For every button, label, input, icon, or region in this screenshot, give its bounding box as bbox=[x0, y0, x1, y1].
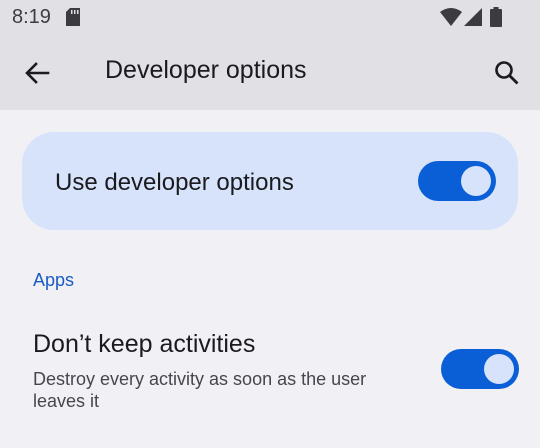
pref-summary: Destroy every activity as soon as the us… bbox=[33, 369, 367, 411]
arrow-back-icon bbox=[25, 62, 50, 84]
page-title: Developer options bbox=[105, 56, 307, 84]
pref-title: Don’t keep activities bbox=[33, 330, 256, 358]
cell-signal-icon bbox=[464, 8, 482, 31]
toggle-knob bbox=[461, 166, 491, 196]
wifi-icon bbox=[440, 8, 462, 31]
dont-keep-activities-row[interactable]: Don’t keep activities Destroy every acti… bbox=[0, 318, 540, 428]
app-bar: Developer options bbox=[0, 36, 540, 110]
search-icon bbox=[495, 61, 519, 85]
main-switch-card[interactable]: Use developer options bbox=[22, 132, 518, 230]
dont-keep-activities-toggle[interactable] bbox=[441, 349, 519, 389]
search-button[interactable] bbox=[484, 50, 530, 96]
sd-card-icon bbox=[66, 8, 80, 31]
back-button[interactable] bbox=[14, 50, 60, 96]
section-header-apps: Apps bbox=[33, 270, 75, 290]
status-time: 8:19 bbox=[12, 6, 51, 28]
toggle-knob bbox=[484, 354, 514, 384]
main-switch-label: Use developer options bbox=[55, 169, 294, 196]
use-developer-options-toggle[interactable] bbox=[418, 161, 496, 201]
status-bar: 8:19 bbox=[0, 0, 540, 36]
battery-icon bbox=[490, 7, 502, 32]
